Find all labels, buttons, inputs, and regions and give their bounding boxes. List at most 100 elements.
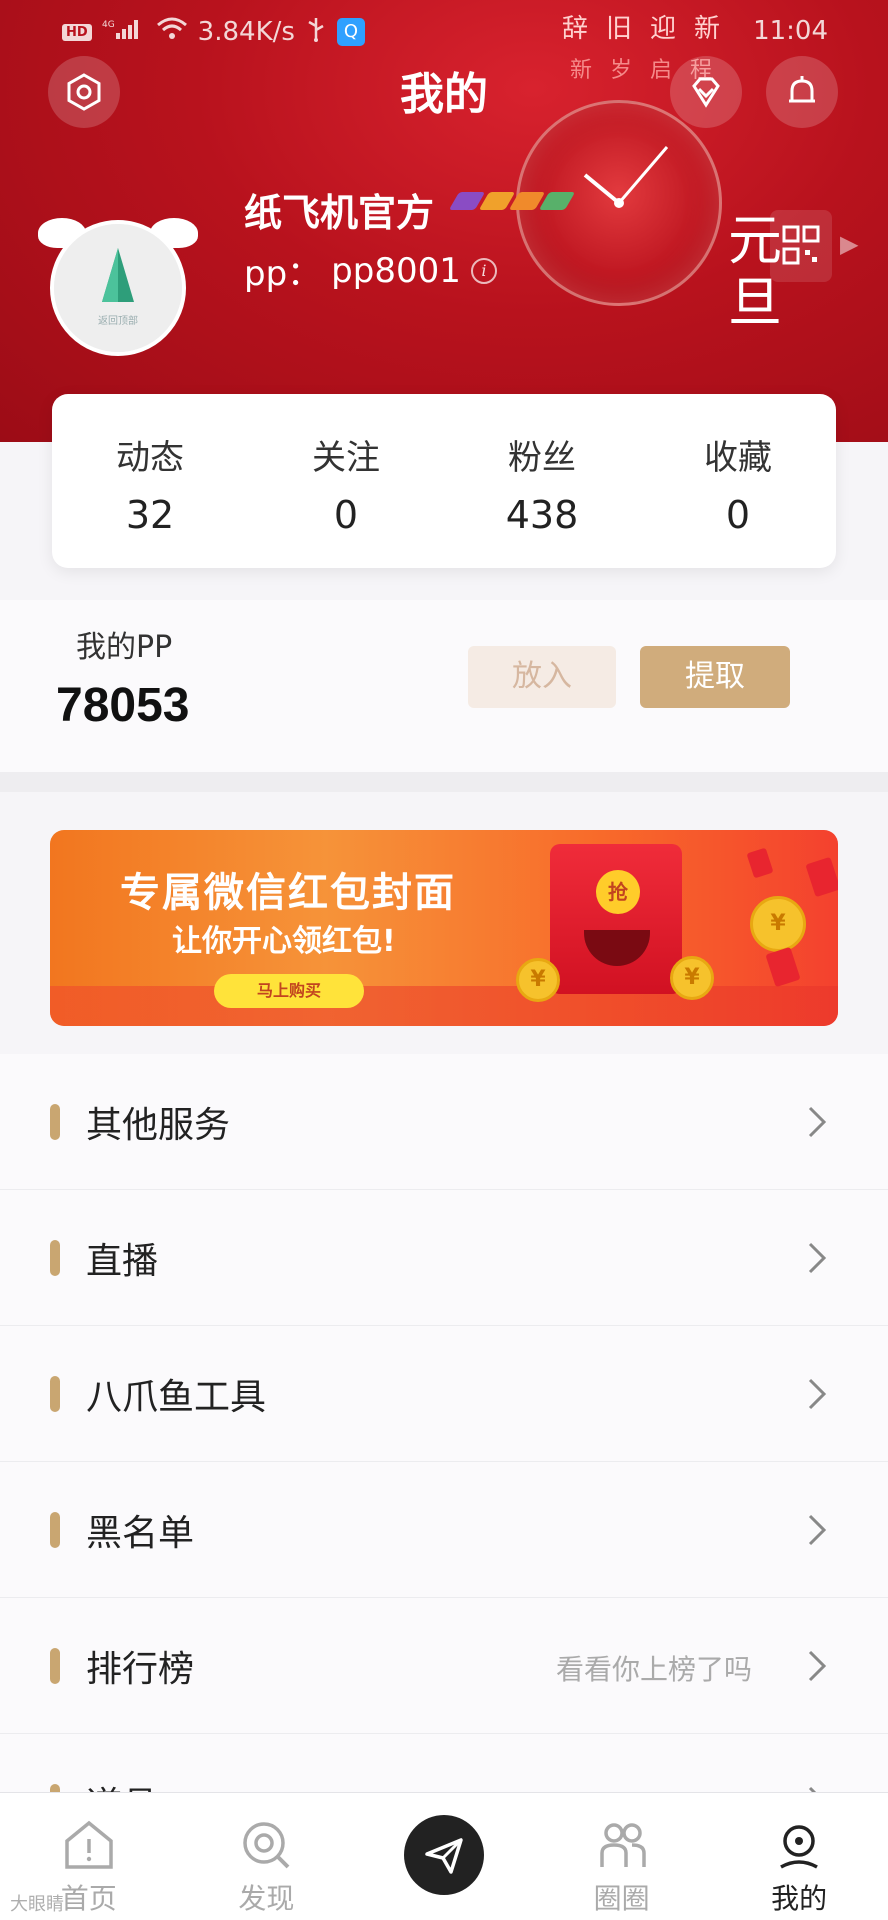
menu-item-leaderboard[interactable]: 排行榜 看看你上榜了吗 xyxy=(0,1598,888,1734)
avatar-block[interactable]: 返回顶部 xyxy=(38,206,198,356)
stat-label: 收藏 xyxy=(704,438,772,478)
stat-label: 粉丝 xyxy=(508,438,576,478)
username: 纸飞机官方 xyxy=(244,191,435,235)
stat-value: 438 xyxy=(505,493,579,537)
coin-icon: ¥ xyxy=(670,956,714,1000)
festival-line-1: 辞旧迎新 xyxy=(561,14,738,44)
paper-plane-logo-icon: 返回顶部 xyxy=(54,224,182,352)
page-title: 我的 xyxy=(400,69,488,120)
status-bar: HD 4G 3.84K/s Q 11:04 xyxy=(0,0,888,62)
profile-header: HD 4G 3.84K/s Q 11:04 辞旧迎新 新岁启程 我的 元旦 ▶ … xyxy=(0,0,888,442)
menu-hint: 看看你上榜了吗 xyxy=(555,1653,752,1686)
clock-time: 11:04 xyxy=(753,16,828,46)
menu-label: 排行榜 xyxy=(86,1649,195,1690)
svg-text:4G: 4G xyxy=(102,20,115,30)
withdraw-button[interactable]: 提取 xyxy=(640,646,790,708)
discover-icon xyxy=(243,1822,290,1869)
qr-code-icon xyxy=(782,225,820,265)
usb-icon xyxy=(305,16,327,48)
deposit-button[interactable]: 放入 xyxy=(468,646,616,708)
menu-list: 其他服务 直播 八爪鱼工具 黑名单 排行榜 看看你上榜了吗 道具 xyxy=(0,1054,888,1870)
stat-label: 动态 xyxy=(116,438,184,478)
stat-value: 0 xyxy=(333,493,359,537)
bottom-nav: 首页 发现 圈圈 我的 xyxy=(0,1792,888,1920)
search-app-icon: Q xyxy=(336,18,365,46)
badge-green xyxy=(538,192,576,210)
stat-favorites[interactable]: 收藏 0 xyxy=(640,394,836,568)
stats-card: 动态 32 关注 0 粉丝 438 收藏 0 xyxy=(52,394,836,568)
diamond-icon xyxy=(692,77,720,108)
menu-label: 直播 xyxy=(86,1241,159,1282)
menu-item-octopus-tools[interactable]: 八爪鱼工具 xyxy=(0,1326,888,1462)
nav-publish[interactable] xyxy=(355,1793,533,1920)
section-divider xyxy=(0,772,888,792)
home-icon xyxy=(65,1820,113,1869)
stat-following[interactable]: 关注 0 xyxy=(248,394,444,568)
menu-label: 黑名单 xyxy=(86,1513,195,1554)
envelope-smile xyxy=(584,930,650,966)
mini-envelope-icon xyxy=(746,847,774,879)
stat-posts[interactable]: 动态 32 xyxy=(52,394,248,568)
chevron-right-icon: ▶ xyxy=(840,230,859,258)
coin-icon: ¥ xyxy=(750,896,806,952)
promo-banner[interactable]: 专属微信红包封面 让你开心领红包! 马上购买 抢 ¥ ¥ ¥ xyxy=(50,830,838,1026)
mini-envelope-icon xyxy=(765,946,801,988)
bell-icon xyxy=(789,76,815,103)
wallet-section: 我的PP 78053 放入 提取 xyxy=(0,600,888,772)
nav-discover[interactable]: 发现 xyxy=(178,1793,356,1920)
promo-title: 专属微信红包封面 xyxy=(120,870,456,916)
menu-accent-bar xyxy=(50,1648,60,1684)
mini-envelope-icon xyxy=(805,856,838,898)
nav-label: 发现 xyxy=(238,1882,295,1915)
circle-group-icon xyxy=(599,1823,646,1867)
chevron-right-icon xyxy=(808,1242,827,1274)
hd-indicator: HD xyxy=(62,23,92,41)
stat-value: 32 xyxy=(125,493,175,537)
menu-label: 其他服务 xyxy=(86,1105,231,1146)
coin-icon: ¥ xyxy=(516,958,560,1002)
nav-profile[interactable]: 我的 xyxy=(710,1793,888,1920)
promo-buy-button[interactable]: 马上购买 xyxy=(214,974,364,1008)
menu-item-live[interactable]: 直播 xyxy=(0,1190,888,1326)
promo-bottom-stripe xyxy=(50,986,838,1026)
level-badges xyxy=(448,192,576,210)
wifi-icon xyxy=(156,17,188,47)
profile-icon xyxy=(780,1825,819,1869)
chevron-right-icon xyxy=(808,1378,827,1410)
info-icon[interactable]: i xyxy=(470,257,497,284)
menu-label: 八爪鱼工具 xyxy=(86,1377,267,1418)
svg-text:返回顶部: 返回顶部 xyxy=(98,314,138,327)
menu-accent-bar xyxy=(50,1376,60,1412)
nav-circles[interactable]: 圈圈 xyxy=(533,1793,711,1920)
wallet-amount: 78053 xyxy=(56,679,190,732)
qr-code-button[interactable] xyxy=(770,210,832,282)
wallet-label: 我的PP xyxy=(76,630,173,665)
notification-button[interactable] xyxy=(766,56,838,128)
nav-label: 圈圈 xyxy=(593,1882,650,1915)
red-envelope-icon: 抢 xyxy=(550,844,682,994)
pp-id-label: pp： xyxy=(244,254,322,294)
chevron-right-icon xyxy=(808,1514,827,1546)
chevron-right-icon xyxy=(808,1650,827,1682)
envelope-seal: 抢 xyxy=(596,870,640,914)
avatar: 返回顶部 xyxy=(50,220,186,356)
vip-button[interactable] xyxy=(670,56,742,128)
paper-plane-icon xyxy=(425,1838,463,1874)
profile-page: HD 4G 3.84K/s Q 11:04 辞旧迎新 新岁启程 我的 元旦 ▶ … xyxy=(0,0,888,1920)
menu-accent-bar xyxy=(50,1104,60,1140)
menu-accent-bar xyxy=(50,1240,60,1276)
stat-followers[interactable]: 粉丝 438 xyxy=(444,394,640,568)
menu-item-other-services[interactable]: 其他服务 xyxy=(0,1054,888,1190)
menu-accent-bar xyxy=(50,1512,60,1548)
signal-icon: 4G xyxy=(102,17,146,47)
chevron-right-icon xyxy=(808,1106,827,1138)
watermark: 大眼睛 xyxy=(10,1894,64,1915)
pp-id-line: pp： pp8001 i xyxy=(244,246,497,295)
network-speed: 3.84K/s xyxy=(197,17,295,47)
stat-label: 关注 xyxy=(312,438,380,478)
nav-label: 我的 xyxy=(771,1882,828,1915)
promo-subtitle: 让你开心领红包! xyxy=(172,924,396,959)
menu-item-blacklist[interactable]: 黑名单 xyxy=(0,1462,888,1598)
publish-button[interactable] xyxy=(403,1815,484,1895)
stat-value: 0 xyxy=(725,493,751,537)
